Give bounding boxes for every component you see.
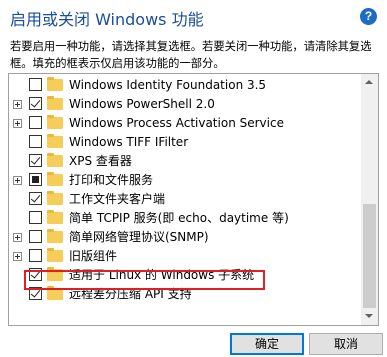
feature-checkbox[interactable] [29,287,42,300]
folder-icon [47,134,63,148]
feature-label: 打印和文件服务 [69,173,154,187]
feature-checkbox[interactable] [29,249,42,262]
feature-checkbox[interactable] [29,268,42,281]
folder-icon [47,191,63,205]
folder-icon [47,267,63,281]
feature-row[interactable]: Windows Process Activation Service [9,114,363,133]
title-bar: 启用或关闭 Windows 功能 ? [10,6,377,30]
feature-checkbox[interactable] [29,173,42,186]
folder-icon [47,172,63,186]
feature-label: 适用于 Linux 的 Windows 子系统 [69,268,255,282]
window-title: 启用或关闭 Windows 功能 [10,10,204,29]
features-tree[interactable]: Windows Identity Foundation 3.5 Windows P… [8,73,379,326]
feature-label: Windows Process Activation Service [69,116,284,130]
feature-row[interactable]: 工作文件夹客户端 [9,190,363,209]
feature-checkbox[interactable] [29,78,42,91]
folder-icon [47,210,63,224]
feature-checkbox[interactable] [29,230,42,243]
feature-checkbox[interactable] [29,116,42,129]
feature-row[interactable]: Windows TIFF IFilter [9,133,363,152]
expand-plus-icon[interactable] [13,100,22,109]
feature-label: 简单 TCPIP 服务(即 echo、daytime 等) [69,211,289,225]
feature-checkbox[interactable] [29,211,42,224]
feature-row[interactable]: Windows PowerShell 2.0 [9,95,363,114]
folder-icon [47,229,63,243]
feature-label: 简单网络管理协议(SNMP) [69,230,209,244]
feature-label: XPS 查看器 [69,154,132,168]
feature-checkbox[interactable] [29,135,42,148]
scroll-up-arrow-icon[interactable] [361,74,378,91]
feature-row[interactable]: 适用于 Linux 的 Windows 子系统 [9,266,363,285]
folder-icon [47,77,63,91]
folder-icon [47,115,63,129]
expand-plus-icon[interactable] [13,233,22,242]
feature-checkbox[interactable] [29,192,42,205]
scroll-down-arrow-icon[interactable] [361,308,378,325]
help-icon[interactable]: ? [360,8,377,25]
instructions-text: 若要启用一种功能，请选择其复选框。若要关闭一种功能，请清除其复选框。填充的框表示… [10,40,372,70]
folder-icon [47,248,63,262]
folder-icon [47,96,63,110]
scrollbar-thumb[interactable] [363,204,376,308]
feature-checkbox[interactable] [29,97,42,110]
feature-row[interactable]: 远程差分压缩 API 支持 [9,285,363,304]
ok-button[interactable]: 确定 [230,333,304,355]
expand-plus-icon[interactable] [13,119,22,128]
folder-icon [47,153,63,167]
feature-row[interactable]: XPS 查看器 [9,152,363,171]
cancel-button[interactable]: 取消 [309,333,383,355]
vertical-scrollbar[interactable] [361,74,378,325]
feature-row[interactable]: 打印和文件服务 [9,171,363,190]
expand-plus-icon[interactable] [13,252,22,261]
folder-icon [47,286,63,300]
feature-label: 旧版组件 [69,249,118,263]
feature-label: Windows PowerShell 2.0 [69,97,215,111]
feature-row[interactable]: 旧版组件 [9,247,363,266]
feature-label: Windows Identity Foundation 3.5 [69,78,267,92]
feature-label: Windows TIFF IFilter [69,135,189,149]
feature-label: 工作文件夹客户端 [69,192,166,206]
features-list: Windows Identity Foundation 3.5 Windows P… [9,76,361,304]
feature-row[interactable]: Windows Identity Foundation 3.5 [9,76,363,95]
feature-row[interactable]: 简单 TCPIP 服务(即 echo、daytime 等) [9,209,363,228]
feature-row[interactable]: 简单网络管理协议(SNMP) [9,228,363,247]
expand-plus-icon[interactable] [13,176,22,185]
feature-checkbox[interactable] [29,154,42,167]
feature-label: 远程差分压缩 API 支持 [69,287,192,301]
